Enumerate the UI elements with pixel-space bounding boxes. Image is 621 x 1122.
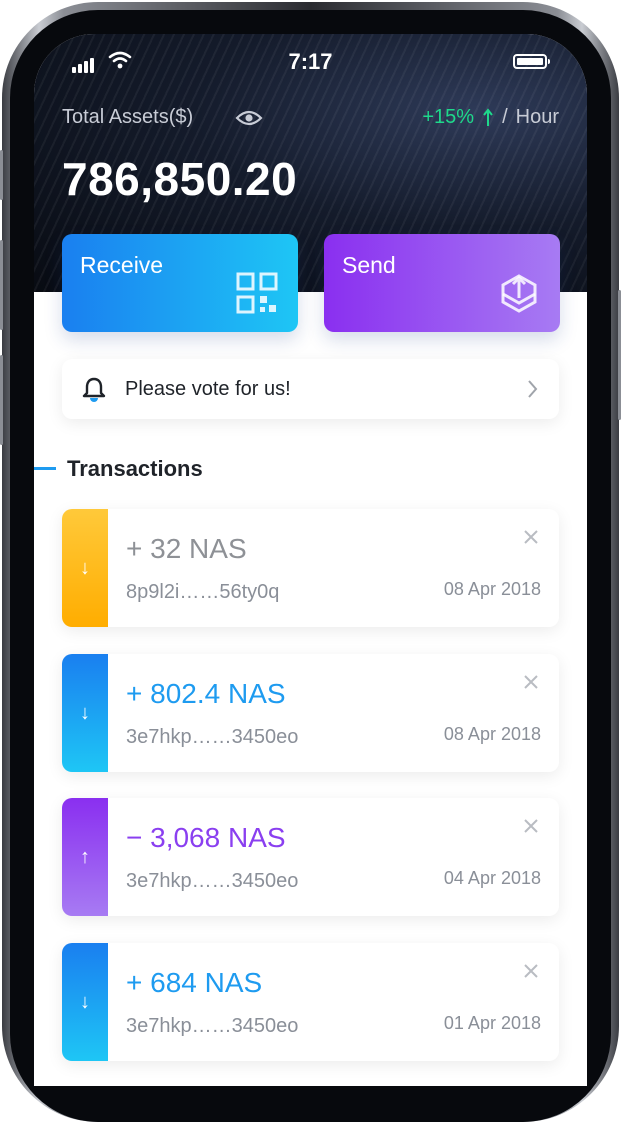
- transaction-direction-strip: ↓: [62, 943, 108, 1061]
- transaction-card[interactable]: ↓ + 32 NAS 8p9l2i……56ty0q 08 Apr 2018: [62, 509, 559, 627]
- transaction-card[interactable]: ↓ + 802.4 NAS 3e7hkp……3450eo 08 Apr 2018: [62, 654, 559, 772]
- section-accent: [34, 467, 56, 470]
- transaction-card[interactable]: ↓ + 684 NAS 3e7hkp……3450eo 01 Apr 2018: [62, 943, 559, 1061]
- arrow-down-icon: ↓: [80, 557, 90, 579]
- side-button: [0, 355, 3, 445]
- arrow-down-icon: ↓: [80, 991, 90, 1013]
- battery-icon: [513, 54, 550, 69]
- transaction-direction-strip: ↓: [62, 654, 108, 772]
- transaction-address: 8p9l2i……56ty0q: [126, 581, 280, 603]
- transaction-amount: + 802.4 NAS: [126, 678, 286, 709]
- total-assets-label: Total Assets($): [62, 106, 194, 128]
- send-box-icon: [501, 274, 537, 313]
- transaction-address: 3e7hkp……3450eo: [126, 726, 299, 748]
- vote-notice-banner[interactable]: Please vote for us!: [62, 359, 559, 419]
- receive-label: Receive: [80, 252, 164, 278]
- transaction-date: 08 Apr 2018: [443, 579, 541, 599]
- arrow-up-icon: ↑: [80, 846, 90, 868]
- close-icon[interactable]: [523, 529, 539, 545]
- qr-code-icon: [236, 272, 278, 314]
- eye-icon[interactable]: [235, 106, 263, 130]
- transaction-date: 01 Apr 2018: [443, 1013, 541, 1033]
- change-period[interactable]: Hour: [516, 106, 559, 129]
- close-icon[interactable]: [523, 674, 539, 690]
- arrow-down-icon: ↓: [80, 702, 90, 724]
- send-label: Send: [342, 252, 396, 278]
- bell-icon: [82, 377, 106, 402]
- arrow-up-icon: [483, 107, 493, 126]
- transactions-title: Transactions: [67, 456, 203, 481]
- change-percent: +15%: [422, 106, 475, 128]
- transaction-date: 08 Apr 2018: [443, 724, 541, 744]
- transaction-amount: + 32 NAS: [126, 533, 247, 564]
- transaction-address: 3e7hkp……3450eo: [126, 870, 299, 892]
- asset-change: +15% / Hour: [422, 106, 559, 129]
- notice-text: Please vote for us!: [125, 378, 291, 400]
- transaction-date: 04 Apr 2018: [443, 868, 541, 888]
- chevron-right-icon: [528, 380, 538, 398]
- close-icon[interactable]: [523, 818, 539, 834]
- transaction-card[interactable]: ↑ − 3,068 NAS 3e7hkp……3450eo 04 Apr 2018: [62, 798, 559, 916]
- change-separator: /: [502, 106, 508, 128]
- close-icon[interactable]: [523, 963, 539, 979]
- side-button: [0, 150, 3, 200]
- receive-button[interactable]: Receive: [62, 234, 298, 332]
- app-screen: 7:17 Total Assets($) +15% / Hour 786,850…: [34, 34, 587, 1086]
- transaction-amount: + 684 NAS: [126, 967, 263, 998]
- transaction-direction-strip: ↓: [62, 509, 108, 627]
- send-button[interactable]: Send: [324, 234, 560, 332]
- phone-device: 7:17 Total Assets($) +15% / Hour 786,850…: [0, 0, 621, 1122]
- transaction-amount: − 3,068 NAS: [126, 822, 286, 853]
- status-bar: 7:17: [34, 34, 587, 94]
- transaction-direction-strip: ↑: [62, 798, 108, 916]
- status-time: 7:17: [288, 49, 333, 74]
- total-assets-value: 786,850.20: [62, 153, 298, 205]
- transaction-address: 3e7hkp……3450eo: [126, 1015, 299, 1037]
- side-button: [0, 240, 3, 330]
